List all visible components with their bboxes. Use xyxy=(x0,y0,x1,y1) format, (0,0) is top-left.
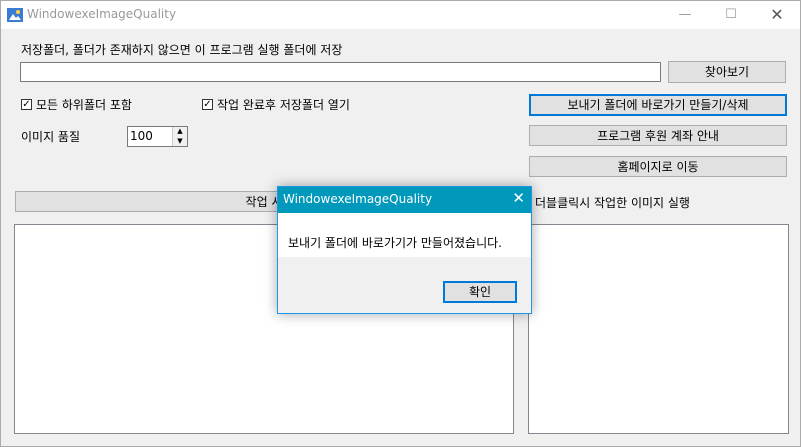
save-folder-label: 저장폴더, 폴더가 존재하지 않으면 이 프로그램 실행 폴더에 저장 xyxy=(21,43,343,57)
quality-label: 이미지 품질 xyxy=(21,130,81,144)
checkbox-checked-icon: ✓ xyxy=(202,98,213,110)
dialog-title-bar: WindowexeImageQuality ✕ xyxy=(278,187,531,213)
stepper-down-icon[interactable]: ▼ xyxy=(173,136,187,146)
save-folder-input[interactable] xyxy=(20,62,661,82)
quality-value: 100 xyxy=(130,129,153,143)
shortcut-button[interactable]: 보내기 폴더에 바로가기 만들기/삭제 xyxy=(529,94,787,116)
result-list-panel[interactable] xyxy=(528,224,789,434)
right-panel-header: 더블클릭시 작업한 이미지 실행 xyxy=(535,196,690,210)
dialog-close-icon[interactable]: ✕ xyxy=(512,189,525,207)
maximize-button[interactable]: ☐ xyxy=(708,1,754,29)
donate-button[interactable]: 프로그램 후원 계좌 안내 xyxy=(529,125,787,146)
open-after-done-checkbox[interactable]: ✓ 작업 완료후 저장폴더 열기 xyxy=(202,96,350,113)
dialog-title: WindowexeImageQuality xyxy=(283,192,433,206)
dialog-body: 보내기 폴더에 바로가기가 만들어졌습니다. xyxy=(278,213,531,257)
homepage-button[interactable]: 홈페이지로 이동 xyxy=(529,156,787,177)
stepper-up-icon[interactable]: ▲ xyxy=(173,127,187,137)
minimize-button[interactable]: — xyxy=(662,1,708,29)
ok-button[interactable]: 확인 xyxy=(443,281,517,303)
window-title: WindowexeImageQuality xyxy=(27,7,177,21)
app-icon xyxy=(7,8,23,22)
stepper-arrows[interactable]: ▲ ▼ xyxy=(172,127,187,146)
dialog-message: 보내기 폴더에 바로가기가 만들어졌습니다. xyxy=(288,236,502,250)
message-dialog: WindowexeImageQuality ✕ 보내기 폴더에 바로가기가 만들… xyxy=(277,186,532,314)
title-bar: WindowexeImageQuality — ☐ ✕ xyxy=(1,1,800,29)
quality-stepper[interactable]: 100 ▲ ▼ xyxy=(127,126,188,147)
close-button[interactable]: ✕ xyxy=(754,1,800,29)
include-subfolders-checkbox[interactable]: ✓ 모든 하위폴더 포함 xyxy=(21,96,132,113)
checkbox-checked-icon: ✓ xyxy=(21,98,32,110)
browse-button[interactable]: 찾아보기 xyxy=(668,61,786,83)
include-subfolders-label: 모든 하위폴더 포함 xyxy=(36,98,132,112)
open-after-done-label: 작업 완료후 저장폴더 열기 xyxy=(217,98,350,112)
